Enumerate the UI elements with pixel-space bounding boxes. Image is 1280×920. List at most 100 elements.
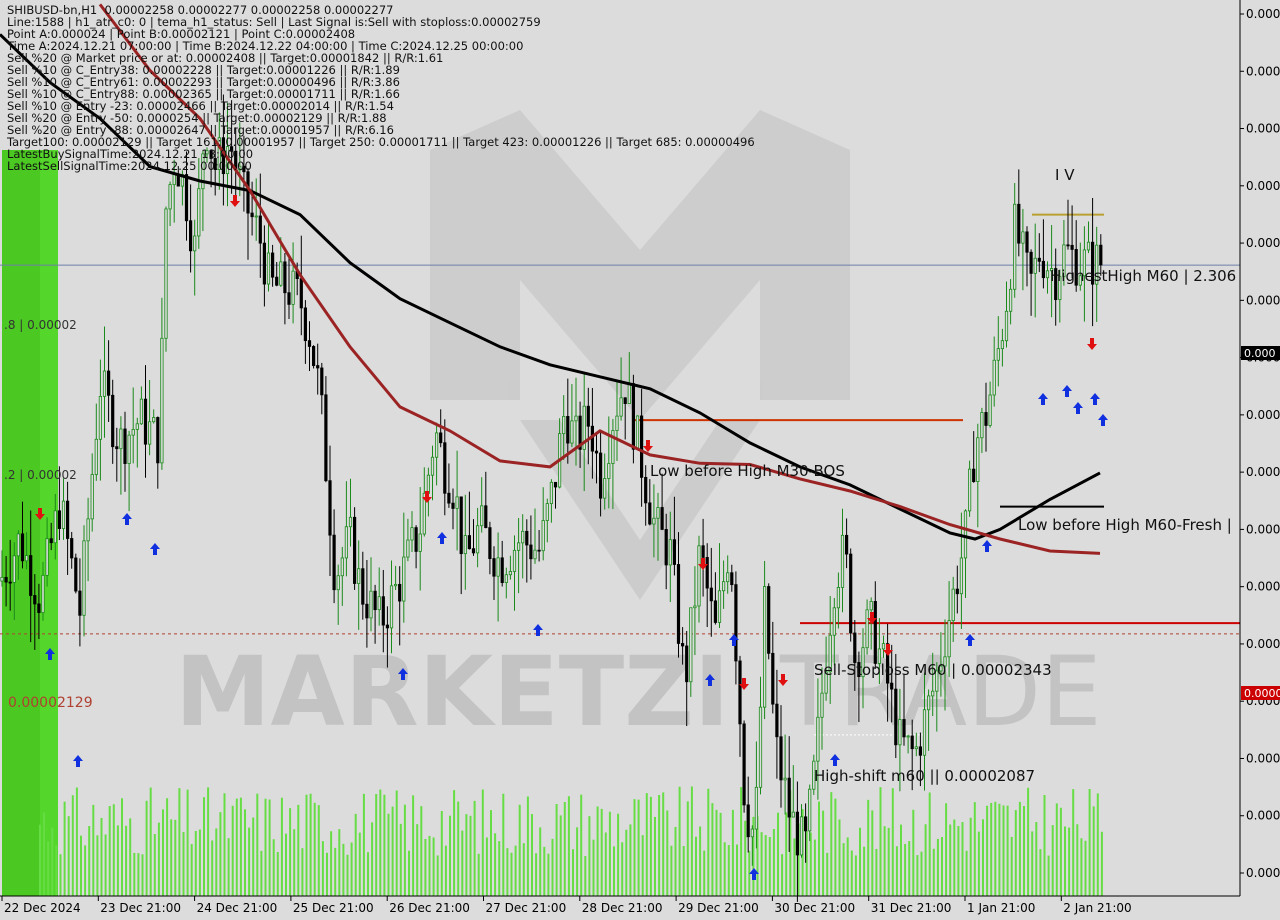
candle-body <box>763 586 767 708</box>
candle-body <box>61 500 66 529</box>
price-tick-label: 0.000000 <box>1246 751 1280 765</box>
candle-body <box>504 574 508 583</box>
candle-body <box>33 595 37 605</box>
candle-body <box>172 173 176 186</box>
candle-body <box>320 367 324 396</box>
candle-body <box>1086 241 1091 251</box>
candle-body <box>41 574 45 613</box>
candle-body <box>664 529 668 566</box>
candle-body <box>434 432 439 458</box>
candle-body <box>517 542 521 551</box>
candle-body <box>8 581 12 584</box>
time-tick-label: 28 Dec 21:00 <box>582 901 663 915</box>
candle-body <box>771 652 775 705</box>
candle-body <box>890 682 894 690</box>
watermark-left: MARKETZI <box>175 636 730 748</box>
candle-body <box>467 535 472 550</box>
candle-body <box>750 828 754 838</box>
candle-body <box>365 603 369 619</box>
candle-body <box>361 568 365 605</box>
candle-body <box>631 383 636 450</box>
candle-body <box>340 557 344 577</box>
left-target-label: 0.00002129 <box>8 695 93 711</box>
candle-body <box>808 788 812 832</box>
candle-body <box>357 568 361 584</box>
candle-body <box>570 420 574 444</box>
price-tick-label: 0.000000 <box>1246 637 1280 651</box>
price-tick-label: 0.000000 <box>1246 580 1280 594</box>
candle-body <box>681 643 685 647</box>
candle-body <box>188 220 193 252</box>
candle-body <box>730 572 734 586</box>
time-tick-label: 30 Dec 21:00 <box>774 901 855 915</box>
candle-body <box>594 450 599 454</box>
low-before-high-m30-label: Low before High M30-BOS <box>650 462 845 480</box>
candle-body <box>385 624 390 629</box>
candle-body <box>299 278 303 309</box>
candle-body <box>430 456 435 476</box>
time-tick-label: 23 Dec 21:00 <box>100 901 181 915</box>
candle-body <box>250 212 254 218</box>
candle-body <box>726 572 730 583</box>
candle-body <box>279 261 283 286</box>
candle-body <box>459 496 463 555</box>
candle-body <box>164 208 168 339</box>
candle-body <box>869 601 873 611</box>
candle-body <box>184 174 189 222</box>
candle-body <box>754 786 759 830</box>
candle-body <box>143 398 148 445</box>
candle-body <box>746 804 750 838</box>
candle-body <box>553 481 558 488</box>
candle-body <box>894 688 898 746</box>
candle-body <box>918 746 923 756</box>
candle-body <box>344 526 349 559</box>
candle-body <box>410 527 414 541</box>
candle-body <box>672 539 677 565</box>
candle-body <box>1045 270 1050 279</box>
candle-body <box>722 581 726 592</box>
candle-body <box>574 415 578 422</box>
candle-body <box>652 517 656 525</box>
candle-body <box>947 620 951 658</box>
candle-body <box>697 545 701 607</box>
price-tick-label: 0.000000 <box>1246 866 1280 880</box>
candle-body <box>660 507 664 530</box>
candle-body <box>418 533 422 552</box>
candle-body <box>443 442 447 494</box>
candle-body <box>635 415 640 450</box>
candle-body <box>127 434 131 464</box>
candle-body <box>525 530 529 546</box>
candle-body <box>53 510 57 544</box>
candle-body <box>447 492 451 504</box>
price-chart[interactable]: MARKETZI TRADE I V HighestHigh M60 | 2.3… <box>0 0 1280 920</box>
candle-body <box>988 394 992 426</box>
candle-body <box>156 417 160 464</box>
price-tick-label: 0.000000 <box>1246 236 1280 250</box>
candle-body <box>898 719 902 746</box>
time-tick-label: 24 Dec 21:00 <box>197 901 278 915</box>
candle-body <box>332 534 336 591</box>
candle-body <box>693 605 697 609</box>
candle-body <box>1099 244 1103 266</box>
candle-body <box>951 588 955 622</box>
candle-body <box>804 816 808 832</box>
candle-body <box>94 438 98 475</box>
candle-body <box>541 520 545 552</box>
candle-body <box>82 540 86 616</box>
candle-body <box>767 586 771 654</box>
candle-body <box>37 603 41 613</box>
candle-body <box>902 719 906 738</box>
time-tick-label: 29 Dec 21:00 <box>678 901 759 915</box>
candle-body <box>316 365 320 369</box>
candle-body <box>135 423 139 430</box>
candle-body <box>111 394 115 448</box>
candle-body <box>976 437 980 483</box>
candle-body <box>270 252 275 278</box>
candle-body <box>451 502 455 509</box>
candle-body <box>840 534 845 588</box>
high-shift-label: High-shift m60 || 0.00002087 <box>814 767 1035 785</box>
candle-body <box>197 188 201 237</box>
candle-body <box>16 533 21 557</box>
candle-body <box>996 348 1000 361</box>
candle-body <box>1041 260 1045 279</box>
